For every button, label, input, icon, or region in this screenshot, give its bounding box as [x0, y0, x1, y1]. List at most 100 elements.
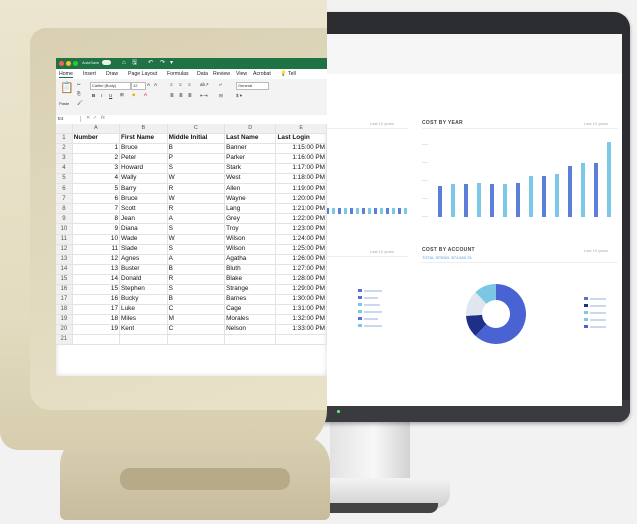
cell-n[interactable]: 9 — [72, 223, 121, 235]
cell-last[interactable]: Blake — [224, 274, 277, 285]
cell-first[interactable]: Stephen — [119, 284, 168, 295]
tab-data[interactable]: Data — [197, 71, 208, 77]
currency-icon[interactable]: $ ▾ — [236, 93, 242, 99]
cell-login[interactable]: 1:33:00 PM — [275, 324, 327, 335]
cut-icon[interactable]: ✂ — [77, 82, 81, 88]
row-header[interactable]: 3 — [56, 153, 73, 165]
cell-login[interactable]: 1:23:00 PM — [275, 223, 327, 235]
cell-n[interactable]: 4 — [72, 173, 121, 185]
cell-n[interactable]: 2 — [72, 153, 121, 165]
header-cell[interactable]: First Name — [119, 133, 168, 145]
cell-last[interactable]: Barnes — [224, 294, 277, 305]
cell-last[interactable]: Agatha — [224, 254, 277, 265]
cell-last[interactable]: Morales — [224, 314, 277, 325]
row-header[interactable]: 2 — [56, 143, 73, 155]
cell-first[interactable]: Miles — [119, 314, 168, 325]
header-cell[interactable]: Last Login — [275, 133, 327, 145]
cell-empty[interactable] — [119, 334, 168, 346]
cancel-icon[interactable]: ✕ — [86, 115, 90, 121]
cell-n[interactable]: 7 — [72, 203, 121, 215]
row-header[interactable]: 18 — [56, 304, 73, 315]
row-header[interactable]: 8 — [56, 203, 73, 215]
bold-button[interactable]: B — [92, 93, 95, 98]
cell-last[interactable]: Banner — [224, 143, 277, 155]
cell-login[interactable]: 1:26:00 PM — [275, 254, 327, 265]
cell-mid[interactable]: S — [167, 163, 226, 175]
cell-first[interactable]: Kent — [119, 324, 168, 335]
close-icon[interactable] — [59, 61, 64, 66]
align-top-icon[interactable]: ≡ — [170, 82, 173, 87]
align-middle-icon[interactable]: ≡ — [179, 82, 182, 87]
align-left-icon[interactable]: ≣ — [170, 93, 174, 99]
cell-mid[interactable]: S — [167, 284, 226, 295]
tab-review[interactable]: Review — [213, 71, 230, 77]
autosave-toggle[interactable] — [102, 60, 111, 65]
font-color-icon[interactable]: A — [144, 92, 147, 97]
align-right-icon[interactable]: ≣ — [188, 93, 192, 99]
fx-icon[interactable]: fx — [101, 115, 105, 121]
cell-empty[interactable] — [224, 334, 277, 346]
cell-last[interactable]: Wilson — [224, 244, 277, 255]
header-cell[interactable]: Middle Initial — [167, 133, 226, 145]
select-all-corner[interactable] — [56, 124, 73, 135]
cell-login[interactable]: 1:27:00 PM — [275, 264, 327, 275]
fill-color-icon[interactable]: ◆ — [132, 92, 135, 98]
cell-login[interactable]: 1:16:00 PM — [275, 153, 327, 165]
cell-first[interactable]: Luke — [119, 304, 168, 315]
font-name-select[interactable]: Calibri (Body) — [90, 82, 131, 90]
cell-n[interactable]: 8 — [72, 213, 121, 225]
column-header-b[interactable]: B — [119, 124, 168, 135]
decrease-font-icon[interactable]: A — [154, 82, 157, 87]
cell-first[interactable]: Jean — [119, 213, 168, 225]
row-header[interactable]: 19 — [56, 314, 73, 325]
cell-last[interactable]: Nelson — [224, 324, 277, 335]
tab-insert[interactable]: Insert — [83, 71, 96, 77]
row-header[interactable]: 16 — [56, 284, 73, 295]
row-header[interactable]: 15 — [56, 274, 73, 285]
indent-icon[interactable]: ⇤⇥ — [200, 93, 208, 99]
cell-n[interactable]: 1 — [72, 143, 121, 155]
cell-mid[interactable]: S — [167, 244, 226, 255]
cell-login[interactable]: 1:15:00 PM — [275, 143, 327, 155]
cell-login[interactable]: 1:32:00 PM — [275, 314, 327, 325]
row-header[interactable]: 5 — [56, 173, 73, 185]
cell-first[interactable]: Barry — [119, 183, 168, 195]
row-header[interactable]: 20 — [56, 324, 73, 335]
cell-n[interactable]: 12 — [72, 254, 121, 265]
tell-me-icon[interactable]: 💡 — [280, 71, 286, 77]
row-header[interactable]: 7 — [56, 193, 73, 205]
cell-mid[interactable]: W — [167, 173, 226, 185]
number-format-select[interactable]: General — [236, 82, 269, 90]
cell-mid[interactable]: R — [167, 274, 226, 285]
customize-qa-icon[interactable]: ▾ — [170, 59, 173, 67]
format-painter-icon[interactable]: 🖌 — [77, 100, 83, 106]
cell-mid[interactable]: R — [167, 183, 226, 195]
cell-empty[interactable] — [72, 334, 121, 346]
tab-home[interactable]: Home — [59, 71, 73, 78]
cell-login[interactable]: 1:28:00 PM — [275, 274, 327, 285]
cell-login[interactable]: 1:21:00 PM — [275, 203, 327, 215]
header-cell[interactable]: Last Name — [224, 133, 277, 145]
underline-button[interactable]: U — [109, 93, 112, 98]
cell-n[interactable]: 18 — [72, 314, 121, 325]
wrap-text-icon[interactable]: ⤶ — [219, 82, 222, 87]
tab-page-layout[interactable]: Page Layout — [128, 71, 157, 77]
cell-mid[interactable]: R — [167, 203, 226, 215]
minimize-icon[interactable] — [66, 61, 71, 66]
cell-first[interactable]: Donald — [119, 274, 168, 285]
row-header[interactable]: 17 — [56, 294, 73, 305]
cell-first[interactable]: Wally — [119, 173, 168, 185]
increase-font-icon[interactable]: A — [147, 82, 150, 87]
cell-login[interactable]: 1:24:00 PM — [275, 234, 327, 245]
cell-n[interactable]: 16 — [72, 294, 121, 305]
cell-first[interactable]: Buster — [119, 264, 168, 275]
cell-last[interactable]: Stark — [224, 163, 277, 175]
row-header[interactable]: 14 — [56, 264, 73, 275]
cell-last[interactable]: Bluth — [224, 264, 277, 275]
cell-login[interactable]: 1:20:00 PM — [275, 193, 327, 205]
cell-n[interactable]: 10 — [72, 234, 121, 245]
cell-mid[interactable]: P — [167, 153, 226, 165]
column-header-d[interactable]: D — [224, 124, 277, 135]
cell-login[interactable]: 1:25:00 PM — [275, 244, 327, 255]
cell-login[interactable]: 1:30:00 PM — [275, 294, 327, 305]
